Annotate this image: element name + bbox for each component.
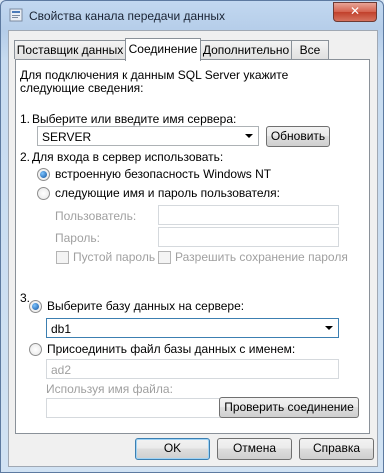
test-connection-button[interactable]: Проверить соединение [219,397,359,418]
database-value: db1 [51,322,72,336]
server-label: Выберите или введите имя сервера: [32,112,237,126]
select-db-radio[interactable] [29,300,42,313]
title-bar[interactable]: Свойства канала передачи данных ✕ [1,1,383,31]
window-title: Свойства канала передачи данных [29,9,226,23]
attach-file-value: ad2 [51,363,72,377]
close-icon: ✕ [349,4,361,18]
login-label: Для входа в сервер использовать: [32,150,224,164]
attach-file-field[interactable]: ad2 [46,359,339,379]
tab-advanced[interactable]: Дополнительно [200,40,292,59]
cancel-button[interactable]: Отмена [217,438,292,460]
blank-password-checkbox[interactable] [56,251,69,264]
tab-all[interactable]: Все [291,40,329,59]
close-button[interactable]: ✕ [333,2,377,22]
connection-panel: Для подключения к данным SQL Server укаж… [15,59,370,434]
tab-connection[interactable]: Соединение [125,38,201,61]
windows-auth-label[interactable]: встроенную безопасность Windows NT [55,167,271,181]
sql-auth-radio[interactable] [37,187,50,200]
user-label: Пользователь: [55,209,137,223]
tab-provider-label: Поставщик данных [16,43,124,57]
user-field[interactable] [158,205,339,225]
attach-db-radio[interactable] [29,343,42,356]
password-field[interactable] [158,227,339,247]
tab-advanced-label: Дополнительно [202,43,290,57]
data-link-icon [9,8,23,22]
server-value: SERVER [42,130,92,144]
attach-db-label[interactable]: Присоединить файл базы данных с именем: [47,342,295,356]
refresh-button[interactable]: Обновить [266,126,330,147]
tab-provider[interactable]: Поставщик данных [14,40,126,59]
ok-button[interactable]: OK [135,438,210,460]
select-db-label[interactable]: Выберите базу данных на сервере: [47,299,244,313]
dialog-client-area: Поставщик данных Соединение Дополнительн… [8,30,378,467]
sql-auth-label[interactable]: следующие имя и пароль пользователя: [55,186,280,200]
step3-number: 3. [20,291,31,305]
intro-text: Для подключения к данным SQL Server укаж… [20,68,289,95]
tab-all-label: Все [299,43,321,57]
chevron-down-icon[interactable] [325,326,333,330]
blank-password-label[interactable]: Пустой пароль [73,250,155,264]
dialog-window: Свойства канала передачи данных ✕ Постав… [0,0,384,473]
allow-saving-label[interactable]: Разрешить сохранение пароля [175,250,348,264]
tab-connection-label: Соединение [128,42,198,56]
server-combo[interactable]: SERVER [37,126,259,146]
step1-number: 1. [20,112,31,126]
help-button[interactable]: Справка [299,438,374,460]
chevron-down-icon[interactable] [245,134,253,138]
allow-saving-checkbox[interactable] [158,251,171,264]
database-combo[interactable]: db1 [46,318,339,338]
windows-auth-radio[interactable] [37,168,50,181]
logical-name-label: Используя имя файла: [46,382,173,396]
step2-number: 2. [20,150,31,164]
password-label: Пароль: [55,231,100,245]
